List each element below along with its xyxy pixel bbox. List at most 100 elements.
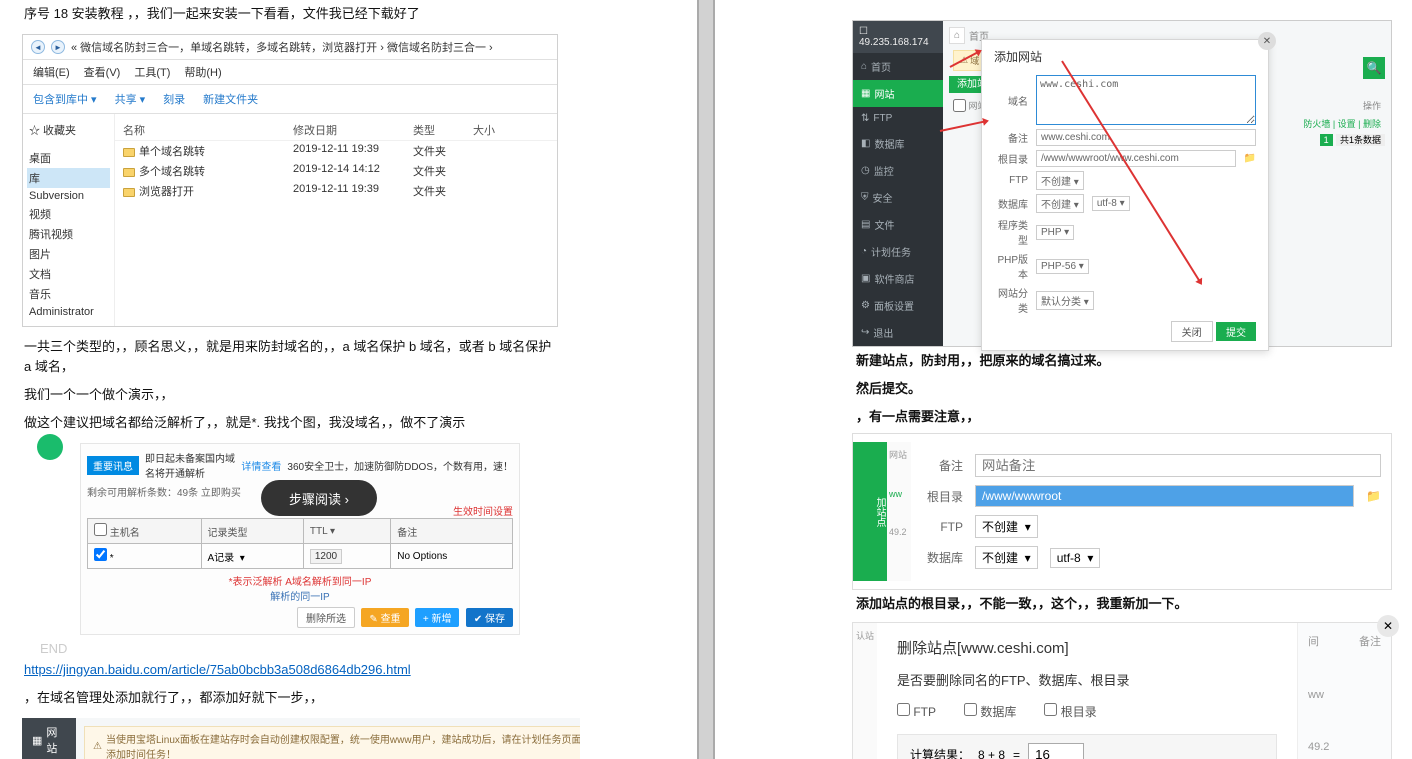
dns-save-button[interactable]: ✔ 保存	[466, 608, 513, 627]
paragraph-2: 我们一个一个做个演示，，	[0, 381, 580, 409]
toolbar-newfolder[interactable]: 新建文件夹	[203, 91, 258, 107]
db-label: 数据库	[994, 196, 1028, 211]
sidebar-desktop[interactable]: 桌面	[27, 148, 110, 168]
dns-ad[interactable]: 360安全卫士，加速防御防DDOS，个数有用，速！	[287, 458, 513, 473]
addsite-page-n[interactable]: 1	[1320, 134, 1333, 146]
dns-row-checkbox[interactable]	[94, 548, 107, 561]
right-para-2: 然后提交。	[832, 375, 1412, 403]
sidebar-admin[interactable]: Administrator	[27, 304, 110, 320]
menu-edit[interactable]: 编辑(E)	[33, 64, 70, 80]
frag-ftp-select[interactable]: 不创建 ▾	[975, 515, 1038, 538]
dns-type-select[interactable]: A记录	[208, 553, 235, 564]
asl-settings[interactable]: ⚙面板设置	[853, 292, 943, 319]
file-row[interactable]: 多个域名跳转 2019-12-14 14:12 文件夹	[115, 161, 557, 181]
menu-tools[interactable]: 工具(T)	[134, 64, 170, 80]
dns-ttl-input[interactable]: 1200	[310, 549, 342, 564]
col-name[interactable]: 名称	[123, 122, 293, 138]
search-icon[interactable]: 🔍	[1363, 57, 1385, 79]
addsite-checkbox[interactable]	[953, 99, 966, 112]
bt-sidebar-website[interactable]: ▦网站	[22, 718, 76, 759]
del-side-th2: 备注	[1359, 633, 1381, 649]
calc-input[interactable]	[1028, 743, 1084, 759]
jingyan-link[interactable]: https://jingyan.baidu.com/article/75ab0b…	[24, 662, 411, 677]
asl-ftp[interactable]: ⇅FTP	[853, 107, 943, 130]
server-ip: ☐ 49.235.168.174	[853, 21, 943, 53]
sidebar-pictures[interactable]: 图片	[27, 244, 110, 264]
dns-checkbox[interactable]	[94, 523, 107, 536]
asl-files[interactable]: ▤文件	[853, 211, 943, 238]
breadcrumb-path[interactable]: « 微信域名防封三合一，单域名跳转，多域名跳转，浏览器打开 › 微信域名防封三合…	[71, 39, 493, 55]
toolbar-library[interactable]: 包含到库中 ▾	[33, 91, 97, 107]
asl-cron[interactable]: ◔计划任务	[853, 238, 943, 265]
domain-textarea[interactable]: www.ceshi.com	[1036, 75, 1256, 125]
col-type[interactable]: 类型	[413, 122, 473, 138]
col-date[interactable]: 修改日期	[293, 122, 413, 138]
dns-host-value[interactable]: *	[110, 553, 114, 564]
del-side-row: 49.2	[1308, 741, 1381, 753]
close-icon[interactable]: ✕	[1377, 615, 1399, 637]
remark-input[interactable]	[1036, 129, 1256, 146]
folder-icon[interactable]: 📁	[1366, 489, 1381, 503]
frag-charset-select[interactable]: utf-8 ▾	[1050, 548, 1101, 568]
asl-website[interactable]: ▦网站	[853, 80, 943, 107]
delete-question: 是否要删除同名的FTP、数据库、根目录	[897, 670, 1277, 689]
file-type: 文件夹	[413, 163, 473, 179]
file-row[interactable]: 单个域名跳转 2019-12-11 19:39 文件夹	[115, 141, 557, 161]
submit-button[interactable]: 提交	[1216, 322, 1256, 341]
file-type: 文件夹	[413, 183, 473, 199]
del-root-check[interactable]: 根目录	[1044, 703, 1096, 720]
dns-th-ttl[interactable]: TTL ▾	[310, 526, 335, 537]
ftp-select[interactable]: 不创建 ▾	[1036, 171, 1084, 190]
dns-add-button[interactable]: + 新增	[415, 608, 460, 627]
toolbar-burn[interactable]: 刻录	[163, 91, 185, 107]
db-select[interactable]: 不创建 ▾	[1036, 194, 1084, 213]
dns-panel: 重要讯息 即日起未备案国内域名将开通解析 详情查看 360安全卫士，加速防御防D…	[80, 443, 520, 635]
asl-security[interactable]: ⛨安全	[853, 184, 943, 211]
explorer-sidebar: ☆ 收藏夹 桌面 库 Subversion 视频 腾讯视频 图片 文档 音乐 A…	[23, 114, 115, 326]
frag-db-select[interactable]: 不创建 ▾	[975, 546, 1038, 569]
frag-remark-input[interactable]	[975, 454, 1381, 477]
step-read-pill[interactable]: 步骤阅读 ›	[261, 480, 377, 516]
sidebar-documents[interactable]: 文档	[27, 264, 110, 284]
frag-root-input[interactable]: /www/wwwroot	[975, 485, 1354, 507]
toolbar-share[interactable]: 共享 ▾	[115, 91, 146, 107]
dns-delete-button[interactable]: 删除所选	[297, 607, 355, 628]
del-ftp-check[interactable]: FTP	[897, 703, 936, 720]
intro-line: 序号 18 安装教程 ，，我们一起来安装一下看看，文件我已经下载好了	[0, 0, 580, 28]
asl-logout[interactable]: ↪退出	[853, 319, 943, 346]
prog-select[interactable]: PHP ▾	[1036, 225, 1074, 240]
sidebar-tencent[interactable]: 腾讯视频	[27, 224, 110, 244]
frag-addbtn[interactable]: 加站点	[853, 442, 887, 581]
del-side-th1: 间	[1308, 633, 1319, 649]
asl-db[interactable]: ◧数据库	[853, 130, 943, 157]
right-para-1: 新建站点，防封用，，把原来的域名搞过来。	[832, 347, 1412, 375]
col-size[interactable]: 大小	[473, 122, 533, 138]
root-input[interactable]	[1036, 150, 1236, 167]
asl-home[interactable]: ⌂首页	[853, 53, 943, 80]
sidebar-subversion[interactable]: Subversion	[27, 188, 110, 204]
close-icon[interactable]: ✕	[1258, 32, 1276, 50]
sidebar-library[interactable]: 库	[27, 168, 110, 188]
dns-check-button[interactable]: ✎ 查重	[361, 608, 408, 627]
cancel-button[interactable]: 关闭	[1171, 321, 1213, 342]
dns-table: 主机名 记录类型 TTL ▾ 备注 * A记录 ▾ 1200 No Option…	[87, 518, 513, 569]
home-icon[interactable]: ⌂	[949, 27, 965, 44]
charset-select[interactable]: utf-8 ▾	[1092, 196, 1130, 211]
ftp-label: FTP	[994, 175, 1028, 186]
sidebar-music[interactable]: 音乐	[27, 284, 110, 304]
nav-forward-icon[interactable]: ►	[51, 40, 65, 54]
sidebar-favorites[interactable]: ☆ 收藏夹	[27, 120, 110, 140]
sidebar-video[interactable]: 视频	[27, 204, 110, 224]
file-row[interactable]: 浏览器打开 2019-12-11 19:39 文件夹	[115, 181, 557, 201]
cat-select[interactable]: 默认分类 ▾	[1036, 291, 1094, 310]
asl-monitor[interactable]: ◷监控	[853, 157, 943, 184]
dns-banner-link[interactable]: 详情查看	[241, 458, 281, 473]
bt-sidebar: ▦网站 ⇅FTP ◧数据库 ◷监控 ⛨安全 ▤文件	[22, 718, 76, 759]
folder-icon[interactable]: 📁	[1244, 153, 1256, 164]
asl-store[interactable]: ▣软件商店	[853, 265, 943, 292]
nav-back-icon[interactable]: ◄	[31, 40, 45, 54]
php-select[interactable]: PHP-56 ▾	[1036, 259, 1089, 274]
menu-view[interactable]: 查看(V)	[84, 64, 121, 80]
menu-help[interactable]: 帮助(H)	[184, 64, 221, 80]
del-db-check[interactable]: 数据库	[964, 703, 1016, 720]
